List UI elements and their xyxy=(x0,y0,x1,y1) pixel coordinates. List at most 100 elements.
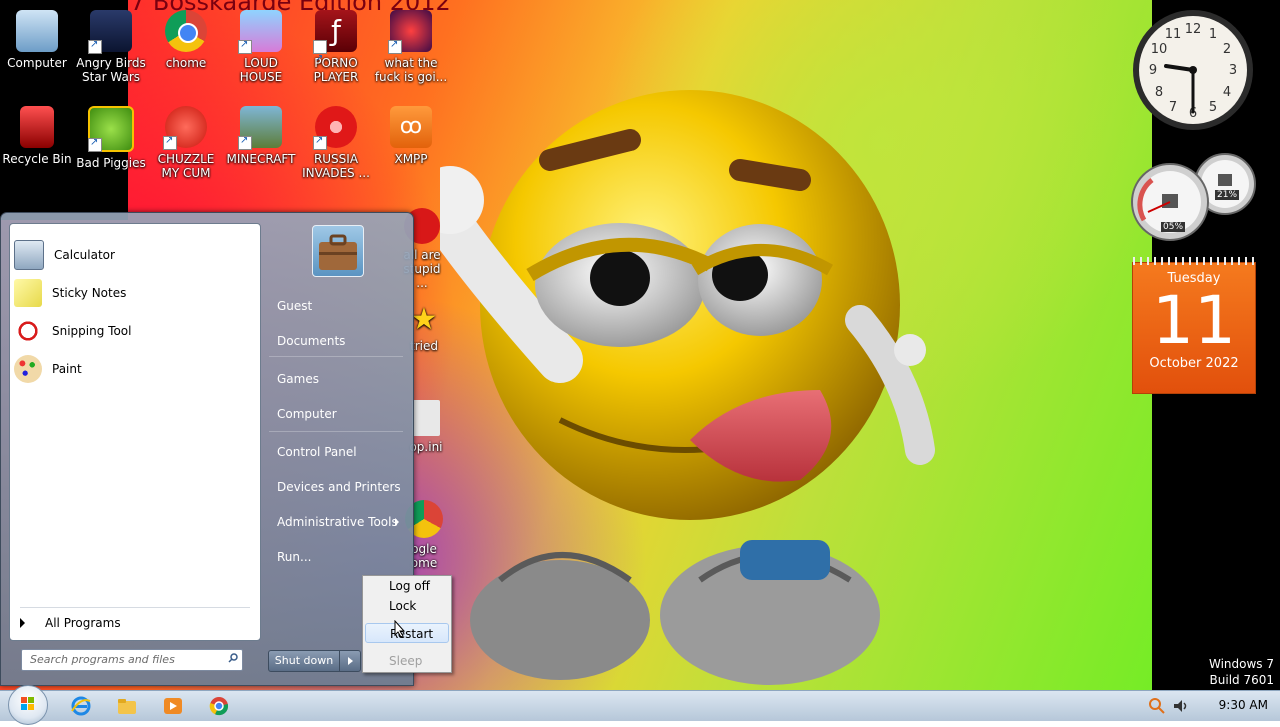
wallpaper-smiley-character xyxy=(440,90,935,685)
cpu-percent: 05% xyxy=(1161,222,1186,232)
desktop-icon-loud-house[interactable]: LOUD HOUSE xyxy=(224,10,298,84)
desktop-icon-label: Bad Piggies xyxy=(76,156,146,170)
paint-palette-icon xyxy=(14,355,42,383)
desktop-icon-xmpp[interactable]: ꝏ XMPP xyxy=(374,106,448,166)
svg-text:1: 1 xyxy=(1209,27,1217,42)
windows-build-watermark: Windows 7 Build 7601 xyxy=(1209,656,1274,688)
clock-gadget[interactable]: 12 12 345 678 91011 xyxy=(1131,8,1255,132)
watermark-line2: Build 7601 xyxy=(1209,673,1274,687)
action-center-icon[interactable] xyxy=(1148,697,1166,715)
desktop-icon-angry-birds-star-wars[interactable]: Angry Birds Star Wars xyxy=(74,10,148,84)
calendar-gadget[interactable]: Tuesday 11 October 2022 xyxy=(1132,257,1256,394)
chuzzle-icon xyxy=(163,106,207,150)
search-icon[interactable] xyxy=(228,653,238,663)
shortcut-arrow-icon xyxy=(238,134,252,150)
menu-item-sleep[interactable]: Sleep xyxy=(365,651,449,671)
shut-down-button[interactable]: Shut down xyxy=(268,650,340,672)
desktop-icon-label: what the fuck is goi... xyxy=(374,56,448,84)
desktop-icon-label: MINECRAFT xyxy=(226,152,296,166)
desktop-icon-label: LOUD HOUSE xyxy=(239,56,283,84)
desktop-icon-russia-invades[interactable]: RUSSIA INVADES ... xyxy=(299,106,373,180)
user-account-picture[interactable] xyxy=(312,225,364,277)
bad-piggies-icon xyxy=(88,106,134,152)
program-label: Calculator xyxy=(54,248,115,262)
search-placeholder: Search programs and files xyxy=(30,653,175,666)
program-label: Paint xyxy=(52,362,82,376)
calendar-day: 11 xyxy=(1152,282,1236,359)
recycle-bin-icon xyxy=(20,106,54,148)
xampp-icon: ꝏ xyxy=(390,106,432,148)
menu-item-lock[interactable]: Lock xyxy=(365,596,449,616)
all-programs-button[interactable]: All Programs xyxy=(20,616,121,630)
svg-text:2: 2 xyxy=(1223,42,1231,57)
taskbar-clock[interactable]: 9:30 AM xyxy=(1219,698,1268,712)
start-program-snipping-tool[interactable]: Snipping Tool xyxy=(14,314,254,348)
start-right-administrative-tools[interactable]: Administrative Tools xyxy=(269,509,403,535)
desktop-icon-porno-player[interactable]: ƒ PORNO PLAYER xyxy=(299,10,373,84)
triangle-right-icon xyxy=(20,618,25,628)
shortcut-arrow-icon xyxy=(88,136,102,152)
start-right-control-panel[interactable]: Control Panel xyxy=(269,439,403,465)
all-programs-separator xyxy=(20,607,250,608)
angry-birds-space-icon xyxy=(388,10,432,54)
desktop-icon-label: PORNO PLAYER xyxy=(313,56,359,84)
shortcut-arrow-icon xyxy=(238,38,252,54)
windows-logo-icon xyxy=(21,697,34,710)
system-tray: 9:30 AM xyxy=(1140,691,1280,721)
start-search-input[interactable]: Search programs and files xyxy=(21,649,243,671)
start-right-guest[interactable]: Guest xyxy=(269,293,403,319)
watermark-line1: Windows 7 xyxy=(1208,657,1274,671)
desktop-icon-recycle-bin[interactable]: Recycle Bin xyxy=(0,106,74,166)
settings-file-icon xyxy=(412,400,440,436)
calculator-icon xyxy=(14,240,44,270)
mouse-pointer-icon xyxy=(394,620,406,638)
desktop-icon-label: CHUZZLE MY CUM xyxy=(157,152,215,180)
start-program-sticky-notes[interactable]: Sticky Notes xyxy=(14,276,254,310)
internet-explorer-icon[interactable] xyxy=(70,695,92,717)
desktop-icon-label: Angry Birds Star Wars xyxy=(76,56,146,84)
chrome-icon[interactable] xyxy=(208,695,230,717)
calendar-month-year: October 2022 xyxy=(1149,356,1239,371)
menu-item-restart[interactable]: Restart xyxy=(365,623,449,643)
start-program-calculator[interactable]: Calculator xyxy=(14,238,254,272)
start-program-paint[interactable]: Paint xyxy=(14,352,254,386)
start-right-devices-and-printers[interactable]: Devices and Printers xyxy=(269,474,403,500)
all-programs-label: All Programs xyxy=(45,616,121,630)
start-right-computer[interactable]: Computer xyxy=(269,401,403,427)
windows-explorer-icon[interactable] xyxy=(116,695,138,717)
desktop-icon-label: RUSSIA INVADES ... xyxy=(302,152,370,180)
program-label: Snipping Tool xyxy=(52,324,132,338)
volume-icon[interactable] xyxy=(1172,697,1190,715)
start-menu-programs-pane: Calculator Sticky Notes Snipping Tool Pa… xyxy=(9,223,261,641)
desktop-icon-chome[interactable]: chome xyxy=(149,10,223,70)
desktop-icon-label: chome xyxy=(165,56,207,70)
start-right-documents[interactable]: Documents xyxy=(269,328,403,354)
shut-down-options-button[interactable] xyxy=(339,650,361,672)
start-right-games[interactable]: Games xyxy=(269,366,403,392)
radiation-icon xyxy=(313,106,357,150)
desktop-icon-label: Recycle Bin xyxy=(2,152,72,166)
desktop-icon-minecraft[interactable]: MINECRAFT xyxy=(224,106,298,166)
svg-text:10: 10 xyxy=(1151,42,1168,57)
desktop-icon-computer[interactable]: Computer xyxy=(0,10,74,70)
chrome-icon xyxy=(165,10,207,52)
start-button[interactable] xyxy=(8,685,48,725)
submenu-arrow-icon xyxy=(395,518,399,526)
desktop-icon-bad-piggies[interactable]: Bad Piggies xyxy=(74,106,148,170)
desktop-icon-label: XMPP xyxy=(394,152,428,166)
shortcut-arrow-icon xyxy=(313,38,327,80)
shortcut-arrow-icon xyxy=(388,38,402,54)
desktop-icon-what-the[interactable]: what the fuck is goi... xyxy=(374,10,448,84)
administrative-tools-label: Administrative Tools xyxy=(277,515,398,529)
sticky-notes-icon xyxy=(14,279,42,307)
desktop-icon-chuzzle[interactable]: CHUZZLE MY CUM xyxy=(149,106,223,180)
triangle-right-icon xyxy=(348,657,353,665)
cpu-meter-gadget[interactable]: 05% 21% xyxy=(1130,150,1258,242)
shortcut-arrow-icon xyxy=(313,134,327,150)
svg-text:11: 11 xyxy=(1165,27,1182,42)
menu-item-log-off[interactable]: Log off xyxy=(365,576,449,596)
media-player-icon[interactable] xyxy=(162,695,184,717)
desktop-icon-label: Computer xyxy=(7,56,67,70)
start-right-run[interactable]: Run... xyxy=(269,544,403,570)
svg-text:12: 12 xyxy=(1185,22,1202,37)
